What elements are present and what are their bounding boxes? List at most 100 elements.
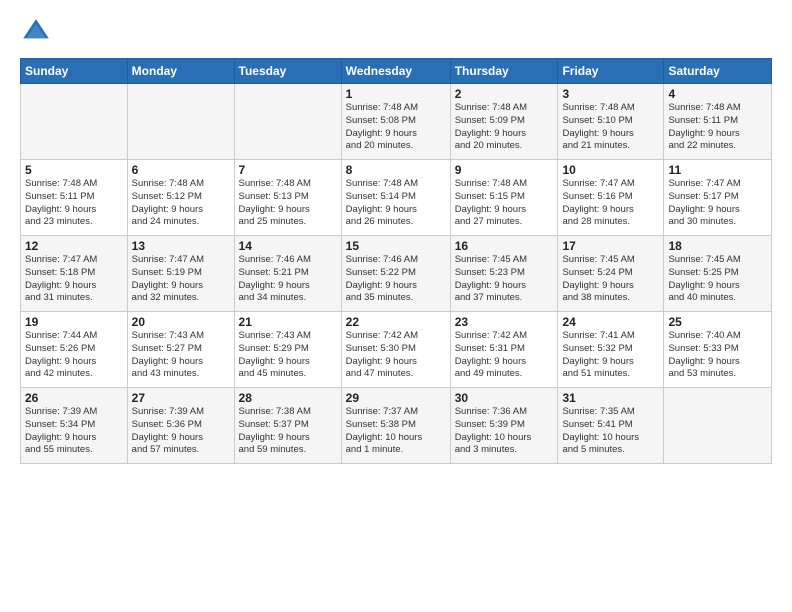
day-info: Sunrise: 7:44 AM Sunset: 5:26 PM Dayligh…: [25, 330, 123, 381]
calendar-cell-1-5: 2Sunrise: 7:48 AM Sunset: 5:09 PM Daylig…: [450, 84, 558, 160]
calendar-cell-2-2: 6Sunrise: 7:48 AM Sunset: 5:12 PM Daylig…: [127, 160, 234, 236]
day-number: 22: [346, 315, 446, 329]
calendar-cell-3-5: 16Sunrise: 7:45 AM Sunset: 5:23 PM Dayli…: [450, 236, 558, 312]
calendar-cell-3-4: 15Sunrise: 7:46 AM Sunset: 5:22 PM Dayli…: [341, 236, 450, 312]
calendar-cell-1-4: 1Sunrise: 7:48 AM Sunset: 5:08 PM Daylig…: [341, 84, 450, 160]
day-number: 18: [668, 239, 767, 253]
calendar-cell-3-7: 18Sunrise: 7:45 AM Sunset: 5:25 PM Dayli…: [664, 236, 772, 312]
calendar-cell-2-3: 7Sunrise: 7:48 AM Sunset: 5:13 PM Daylig…: [234, 160, 341, 236]
calendar-cell-1-3: [234, 84, 341, 160]
day-info: Sunrise: 7:45 AM Sunset: 5:23 PM Dayligh…: [455, 254, 554, 305]
day-number: 2: [455, 87, 554, 101]
calendar-cell-4-1: 19Sunrise: 7:44 AM Sunset: 5:26 PM Dayli…: [21, 312, 128, 388]
day-info: Sunrise: 7:48 AM Sunset: 5:15 PM Dayligh…: [455, 178, 554, 229]
weekday-header-row: SundayMondayTuesdayWednesdayThursdayFrid…: [21, 59, 772, 84]
calendar-cell-3-3: 14Sunrise: 7:46 AM Sunset: 5:21 PM Dayli…: [234, 236, 341, 312]
day-number: 28: [239, 391, 337, 405]
calendar-cell-1-1: [21, 84, 128, 160]
week-row-4: 19Sunrise: 7:44 AM Sunset: 5:26 PM Dayli…: [21, 312, 772, 388]
page: SundayMondayTuesdayWednesdayThursdayFrid…: [0, 0, 792, 612]
day-number: 6: [132, 163, 230, 177]
day-number: 4: [668, 87, 767, 101]
day-info: Sunrise: 7:48 AM Sunset: 5:08 PM Dayligh…: [346, 102, 446, 153]
calendar-cell-3-1: 12Sunrise: 7:47 AM Sunset: 5:18 PM Dayli…: [21, 236, 128, 312]
day-number: 29: [346, 391, 446, 405]
calendar-cell-5-1: 26Sunrise: 7:39 AM Sunset: 5:34 PM Dayli…: [21, 388, 128, 464]
calendar-cell-3-2: 13Sunrise: 7:47 AM Sunset: 5:19 PM Dayli…: [127, 236, 234, 312]
week-row-3: 12Sunrise: 7:47 AM Sunset: 5:18 PM Dayli…: [21, 236, 772, 312]
day-info: Sunrise: 7:40 AM Sunset: 5:33 PM Dayligh…: [668, 330, 767, 381]
day-info: Sunrise: 7:45 AM Sunset: 5:24 PM Dayligh…: [562, 254, 659, 305]
calendar-cell-4-5: 23Sunrise: 7:42 AM Sunset: 5:31 PM Dayli…: [450, 312, 558, 388]
calendar-cell-2-5: 9Sunrise: 7:48 AM Sunset: 5:15 PM Daylig…: [450, 160, 558, 236]
day-info: Sunrise: 7:47 AM Sunset: 5:17 PM Dayligh…: [668, 178, 767, 229]
header: [20, 16, 772, 48]
week-row-5: 26Sunrise: 7:39 AM Sunset: 5:34 PM Dayli…: [21, 388, 772, 464]
day-info: Sunrise: 7:41 AM Sunset: 5:32 PM Dayligh…: [562, 330, 659, 381]
calendar-cell-4-6: 24Sunrise: 7:41 AM Sunset: 5:32 PM Dayli…: [558, 312, 664, 388]
day-number: 30: [455, 391, 554, 405]
weekday-header-tuesday: Tuesday: [234, 59, 341, 84]
calendar-body: 1Sunrise: 7:48 AM Sunset: 5:08 PM Daylig…: [21, 84, 772, 464]
day-number: 13: [132, 239, 230, 253]
calendar-cell-2-4: 8Sunrise: 7:48 AM Sunset: 5:14 PM Daylig…: [341, 160, 450, 236]
day-number: 31: [562, 391, 659, 405]
day-info: Sunrise: 7:48 AM Sunset: 5:13 PM Dayligh…: [239, 178, 337, 229]
day-info: Sunrise: 7:39 AM Sunset: 5:36 PM Dayligh…: [132, 406, 230, 457]
day-info: Sunrise: 7:48 AM Sunset: 5:10 PM Dayligh…: [562, 102, 659, 153]
day-number: 14: [239, 239, 337, 253]
day-number: 8: [346, 163, 446, 177]
day-info: Sunrise: 7:39 AM Sunset: 5:34 PM Dayligh…: [25, 406, 123, 457]
calendar-header: SundayMondayTuesdayWednesdayThursdayFrid…: [21, 59, 772, 84]
day-info: Sunrise: 7:48 AM Sunset: 5:14 PM Dayligh…: [346, 178, 446, 229]
calendar-cell-5-3: 28Sunrise: 7:38 AM Sunset: 5:37 PM Dayli…: [234, 388, 341, 464]
day-number: 19: [25, 315, 123, 329]
weekday-header-sunday: Sunday: [21, 59, 128, 84]
day-number: 16: [455, 239, 554, 253]
day-info: Sunrise: 7:47 AM Sunset: 5:18 PM Dayligh…: [25, 254, 123, 305]
weekday-header-monday: Monday: [127, 59, 234, 84]
day-number: 25: [668, 315, 767, 329]
day-number: 7: [239, 163, 337, 177]
day-number: 23: [455, 315, 554, 329]
weekday-header-saturday: Saturday: [664, 59, 772, 84]
day-number: 27: [132, 391, 230, 405]
day-info: Sunrise: 7:36 AM Sunset: 5:39 PM Dayligh…: [455, 406, 554, 457]
day-info: Sunrise: 7:47 AM Sunset: 5:16 PM Dayligh…: [562, 178, 659, 229]
day-info: Sunrise: 7:38 AM Sunset: 5:37 PM Dayligh…: [239, 406, 337, 457]
calendar-cell-3-6: 17Sunrise: 7:45 AM Sunset: 5:24 PM Dayli…: [558, 236, 664, 312]
day-info: Sunrise: 7:48 AM Sunset: 5:11 PM Dayligh…: [25, 178, 123, 229]
day-number: 15: [346, 239, 446, 253]
day-number: 24: [562, 315, 659, 329]
day-info: Sunrise: 7:48 AM Sunset: 5:11 PM Dayligh…: [668, 102, 767, 153]
day-info: Sunrise: 7:43 AM Sunset: 5:29 PM Dayligh…: [239, 330, 337, 381]
day-info: Sunrise: 7:48 AM Sunset: 5:12 PM Dayligh…: [132, 178, 230, 229]
weekday-header-wednesday: Wednesday: [341, 59, 450, 84]
day-number: 26: [25, 391, 123, 405]
day-info: Sunrise: 7:46 AM Sunset: 5:21 PM Dayligh…: [239, 254, 337, 305]
day-info: Sunrise: 7:35 AM Sunset: 5:41 PM Dayligh…: [562, 406, 659, 457]
calendar-cell-5-5: 30Sunrise: 7:36 AM Sunset: 5:39 PM Dayli…: [450, 388, 558, 464]
calendar-cell-4-2: 20Sunrise: 7:43 AM Sunset: 5:27 PM Dayli…: [127, 312, 234, 388]
day-info: Sunrise: 7:45 AM Sunset: 5:25 PM Dayligh…: [668, 254, 767, 305]
calendar-cell-5-2: 27Sunrise: 7:39 AM Sunset: 5:36 PM Dayli…: [127, 388, 234, 464]
calendar-cell-5-6: 31Sunrise: 7:35 AM Sunset: 5:41 PM Dayli…: [558, 388, 664, 464]
day-info: Sunrise: 7:37 AM Sunset: 5:38 PM Dayligh…: [346, 406, 446, 457]
day-number: 1: [346, 87, 446, 101]
day-number: 12: [25, 239, 123, 253]
calendar-cell-2-1: 5Sunrise: 7:48 AM Sunset: 5:11 PM Daylig…: [21, 160, 128, 236]
logo: [20, 16, 56, 48]
day-info: Sunrise: 7:42 AM Sunset: 5:30 PM Dayligh…: [346, 330, 446, 381]
calendar-cell-5-4: 29Sunrise: 7:37 AM Sunset: 5:38 PM Dayli…: [341, 388, 450, 464]
calendar-cell-4-3: 21Sunrise: 7:43 AM Sunset: 5:29 PM Dayli…: [234, 312, 341, 388]
day-number: 17: [562, 239, 659, 253]
day-info: Sunrise: 7:46 AM Sunset: 5:22 PM Dayligh…: [346, 254, 446, 305]
weekday-header-thursday: Thursday: [450, 59, 558, 84]
calendar-table: SundayMondayTuesdayWednesdayThursdayFrid…: [20, 58, 772, 464]
calendar-cell-1-2: [127, 84, 234, 160]
day-info: Sunrise: 7:43 AM Sunset: 5:27 PM Dayligh…: [132, 330, 230, 381]
calendar-cell-2-7: 11Sunrise: 7:47 AM Sunset: 5:17 PM Dayli…: [664, 160, 772, 236]
day-info: Sunrise: 7:47 AM Sunset: 5:19 PM Dayligh…: [132, 254, 230, 305]
calendar-cell-1-6: 3Sunrise: 7:48 AM Sunset: 5:10 PM Daylig…: [558, 84, 664, 160]
day-number: 5: [25, 163, 123, 177]
